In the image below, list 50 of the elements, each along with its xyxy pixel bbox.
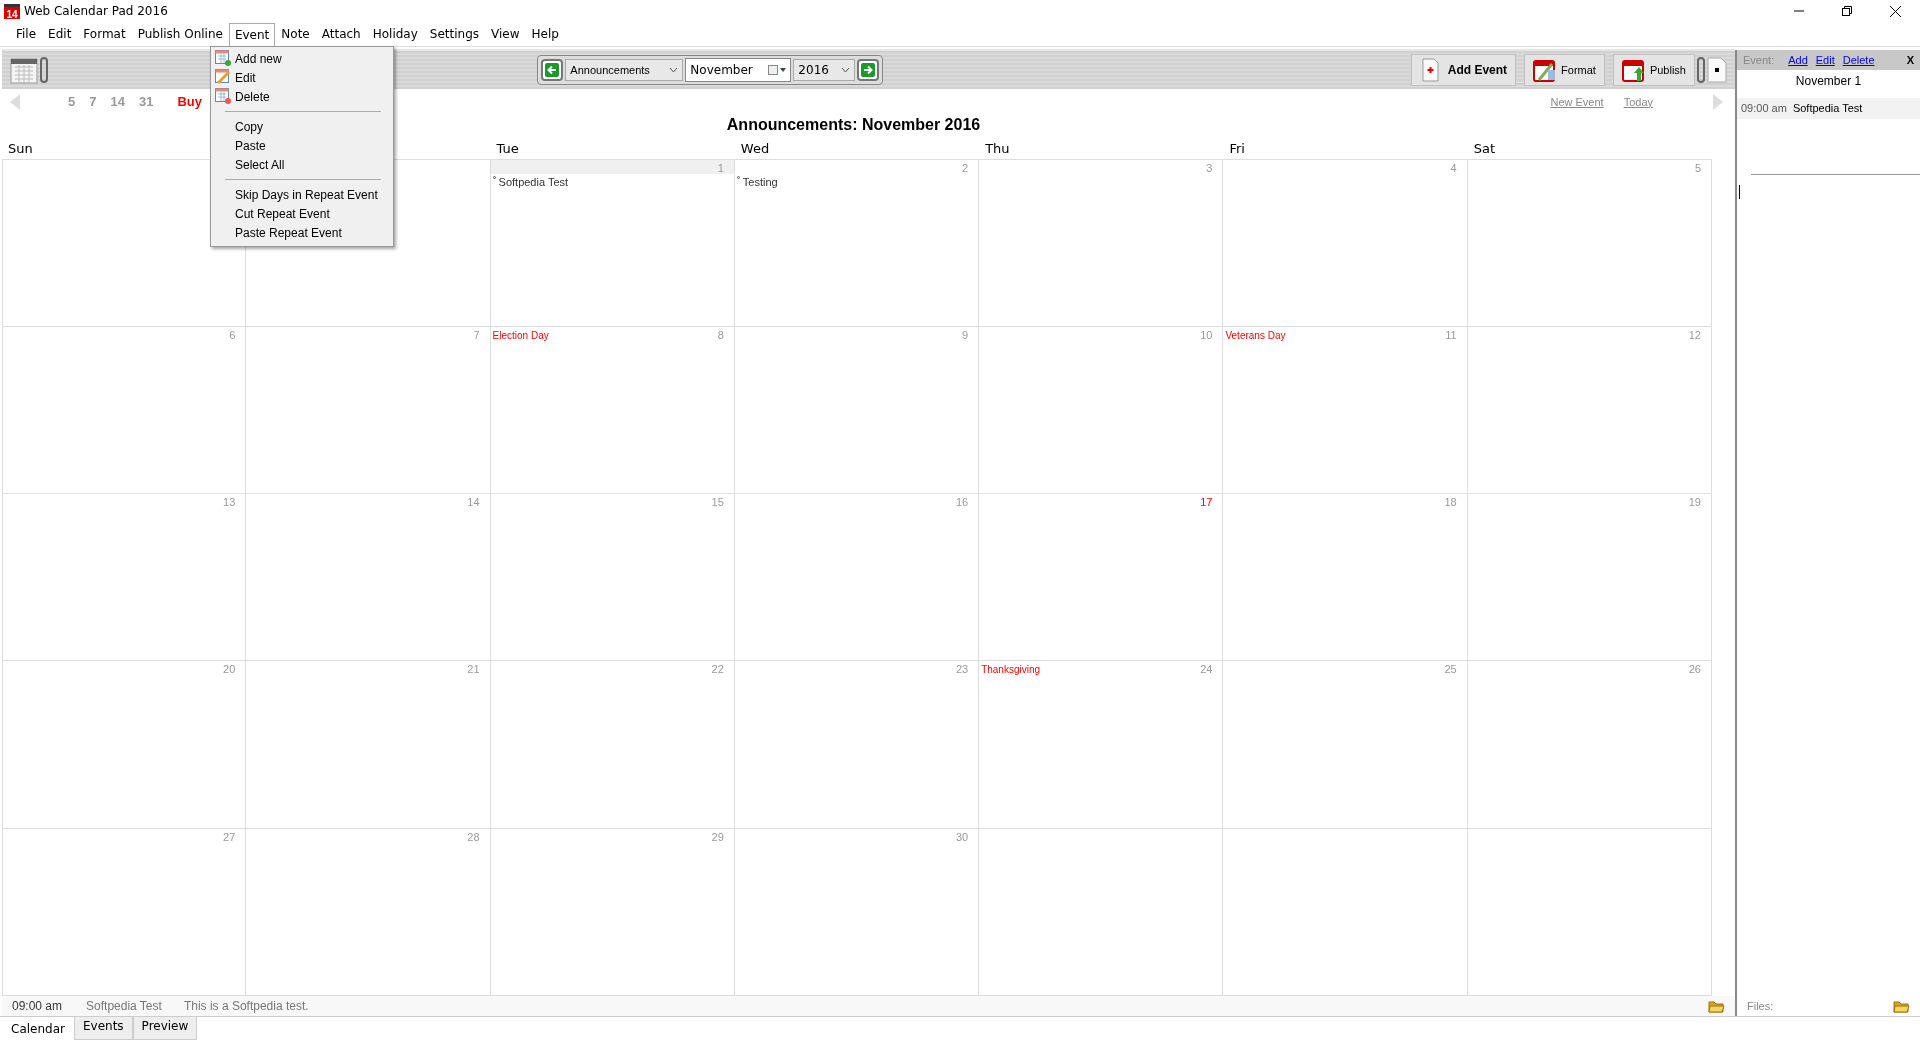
- holiday-label: Election Day: [492, 328, 549, 343]
- day-number: 28: [467, 829, 480, 843]
- day-number: 25: [1444, 662, 1457, 676]
- day-number: 20: [223, 662, 236, 676]
- day-number: 23: [955, 662, 969, 676]
- day-number: 13: [223, 495, 236, 509]
- day-number: 1: [717, 160, 724, 174]
- day-number: 18: [1444, 495, 1457, 509]
- window-title: Web Calendar Pad 2016: [24, 3, 168, 20]
- event-title: Softpedia Test: [86, 999, 162, 1013]
- day-number: 19: [1688, 495, 1701, 509]
- calendar-title: Announcements: November 2016: [726, 116, 981, 134]
- day-number: 2: [962, 160, 969, 174]
- day-number: 14: [467, 495, 480, 509]
- day-number: 4: [1450, 160, 1457, 174]
- day-number: 24: [1200, 662, 1213, 676]
- day-number: 22: [711, 662, 724, 676]
- holiday-label: Veterans Day: [1225, 328, 1286, 343]
- event-label: Event:: [1743, 52, 1775, 68]
- day-number: 12: [1688, 327, 1701, 341]
- weekday-header: Wed: [739, 141, 771, 156]
- files-label: Files:: [1747, 998, 1774, 1014]
- day-number: 6: [229, 327, 236, 341]
- day-number: 7: [473, 327, 480, 341]
- day-number: 27: [223, 829, 236, 843]
- event-time: 09:00 am: [12, 999, 63, 1013]
- event-time: 09:00 am: [1741, 101, 1787, 116]
- day-number: 16: [955, 495, 969, 509]
- weekday-header: Fri: [1228, 141, 1246, 156]
- event-title: Softpedia Test: [1792, 101, 1863, 116]
- day-number: 29: [711, 829, 724, 843]
- event-description: This is a Softpedia test.: [183, 999, 309, 1013]
- day-number: 5: [1694, 160, 1701, 174]
- holiday-label: Thanksgiving: [981, 663, 1041, 678]
- day-number: 21: [467, 662, 480, 676]
- day-number: 15: [711, 495, 724, 509]
- day-number: 30: [955, 829, 969, 843]
- day-number: 8: [717, 327, 724, 341]
- day-number: 11: [1445, 327, 1457, 341]
- weekday-header: Sat: [1472, 141, 1497, 156]
- day-number: 10: [1200, 327, 1213, 341]
- day-number: 17: [1200, 495, 1213, 509]
- app-icon: 14: [4, 3, 20, 19]
- weekday-header: Tue: [495, 141, 520, 156]
- weekday-header: Thu: [984, 141, 1011, 156]
- day-number: 26: [1688, 662, 1701, 676]
- day-number: 3: [1206, 160, 1213, 174]
- panel-date: November 1: [1794, 73, 1863, 90]
- weekday-header: Sun: [7, 141, 34, 156]
- day-number: 9: [962, 327, 969, 341]
